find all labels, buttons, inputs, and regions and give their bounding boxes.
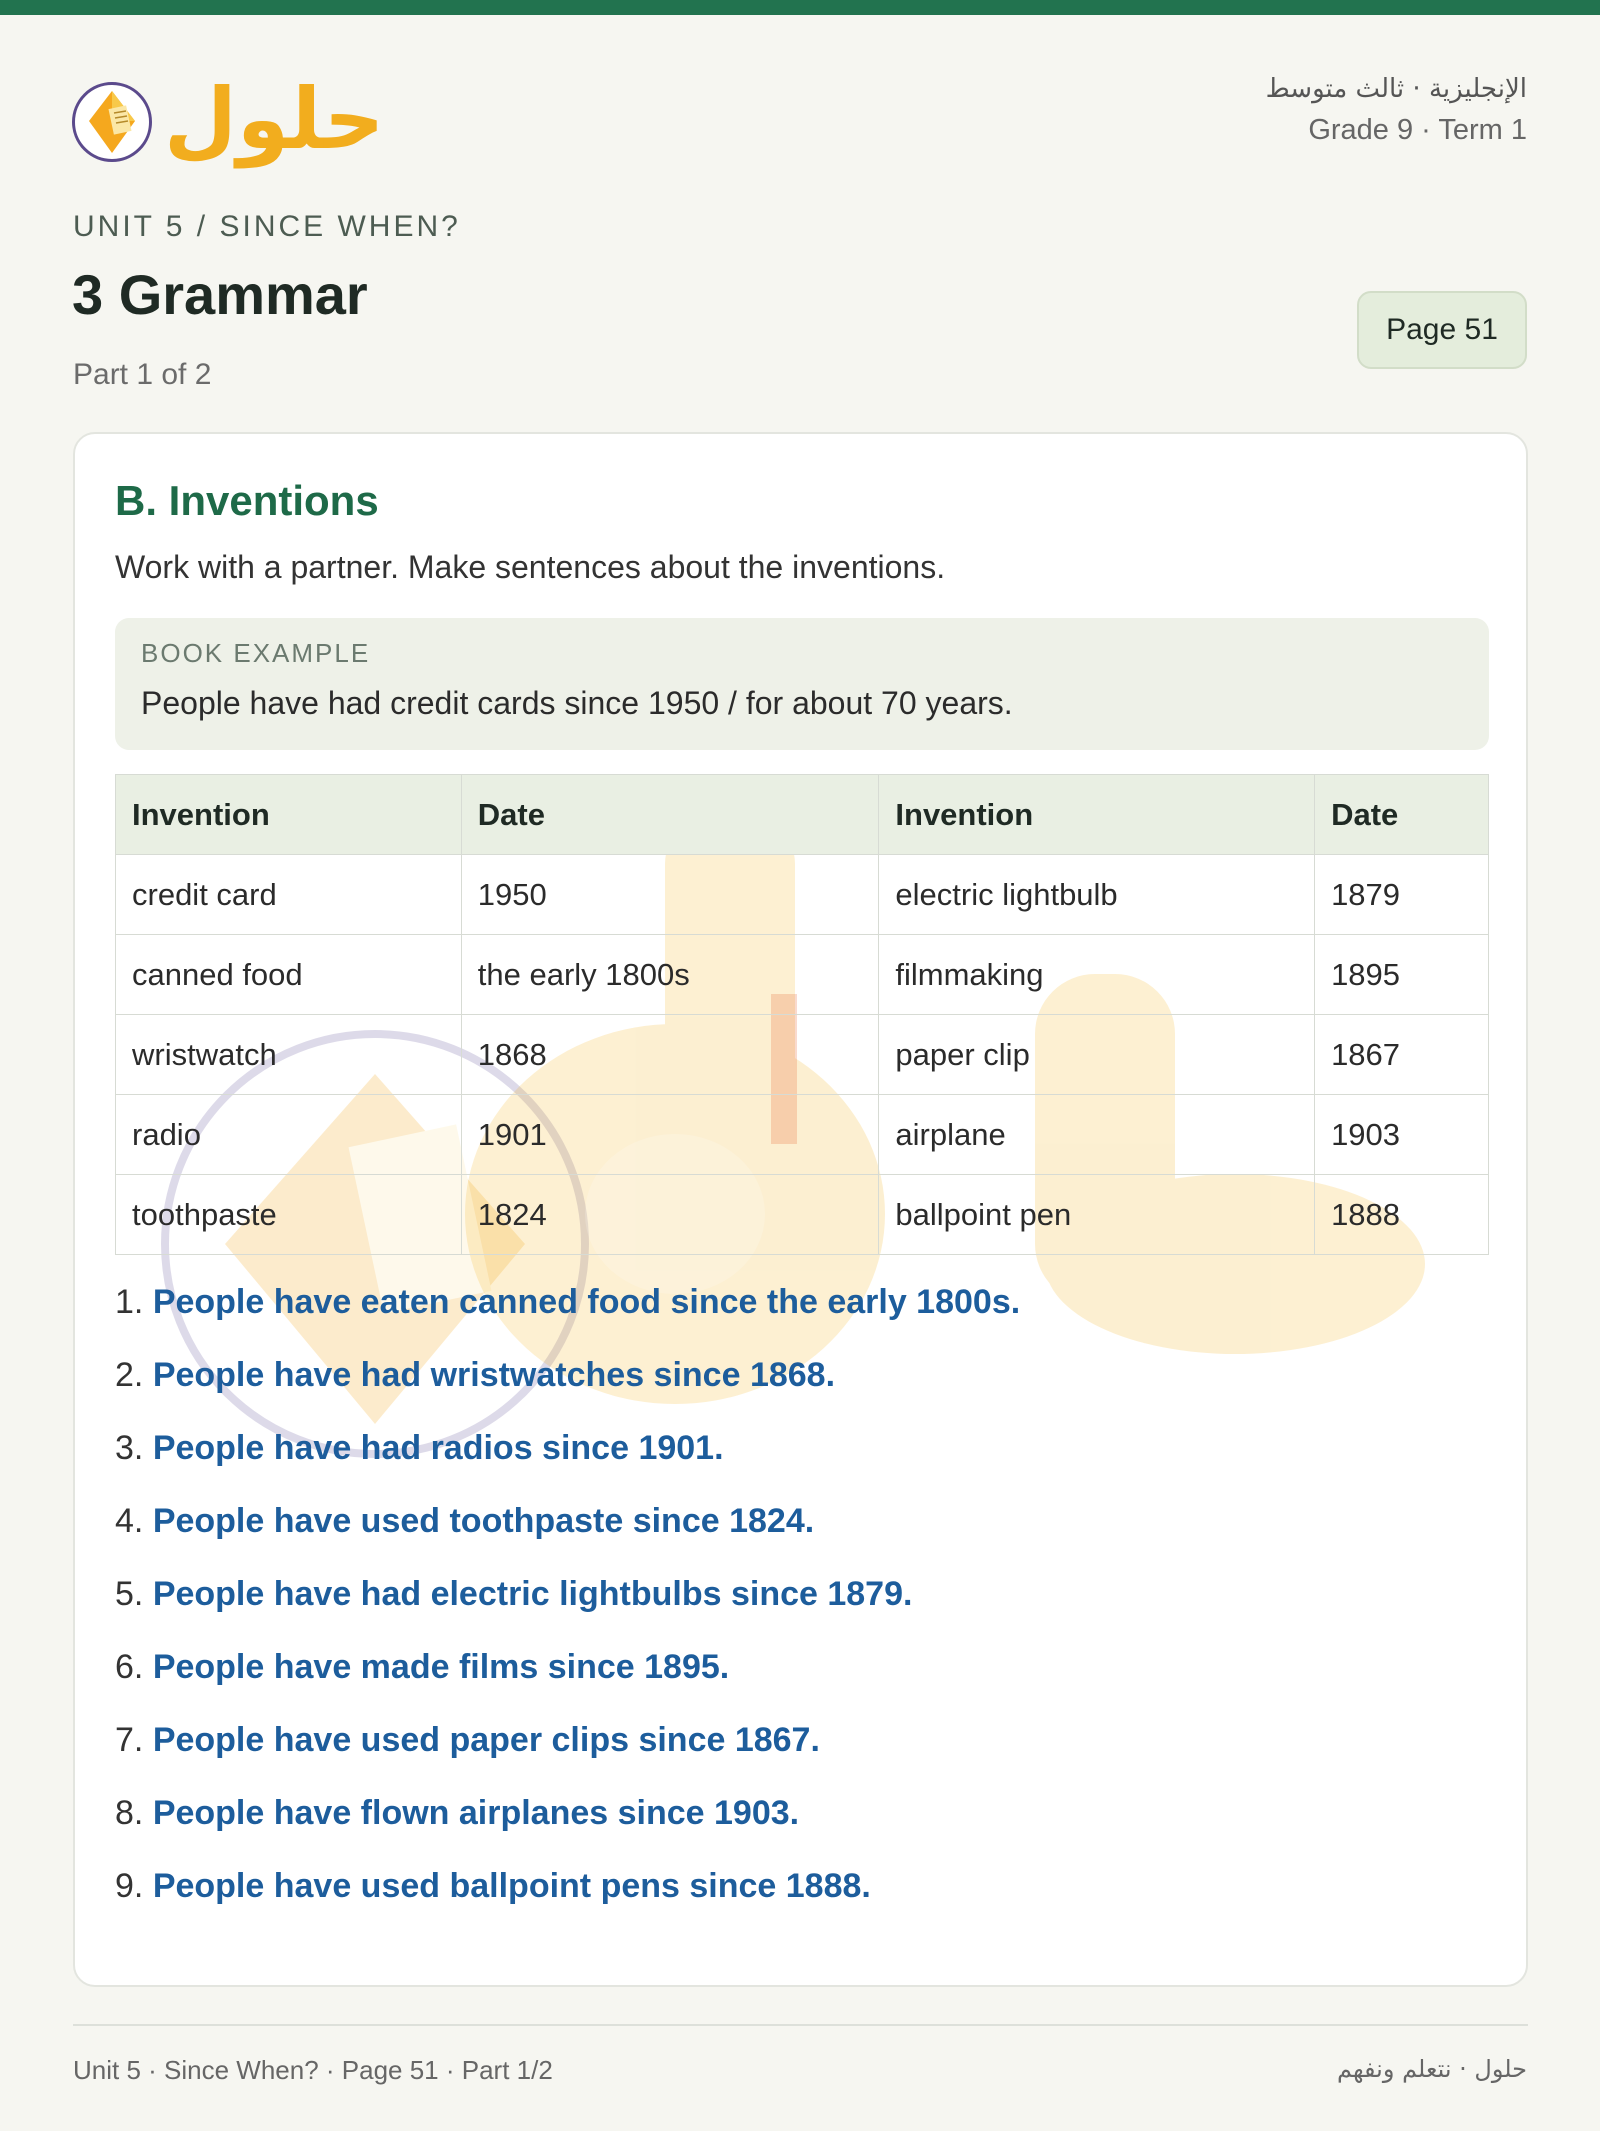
table-cell: ballpoint pen xyxy=(878,1174,1316,1255)
unit-breadcrumb: UNIT 5 / SINCE WHEN? xyxy=(73,210,461,243)
table-row: toothpaste 1824 ballpoint pen 1888 xyxy=(115,1174,1489,1255)
answer-number: 6. xyxy=(115,1648,144,1686)
table-cell: electric lightbulb xyxy=(878,854,1316,935)
section-title: B. Inventions xyxy=(115,477,379,524)
answer-number: 1. xyxy=(115,1283,144,1321)
table-cell: credit card xyxy=(115,854,462,935)
table-cell: 1895 xyxy=(1314,934,1489,1015)
table-cell: 1879 xyxy=(1314,854,1489,935)
answer-text: People have used toothpaste since 1824. xyxy=(152,1502,815,1540)
answer-number: 2. xyxy=(115,1356,144,1394)
table-row: radio 1901 airplane 1903 xyxy=(115,1094,1489,1175)
answer-number: 5. xyxy=(115,1575,144,1613)
part-indicator: Part 1 of 2 xyxy=(73,358,212,391)
answer-number: 3. xyxy=(115,1429,144,1467)
answer-number: 4. xyxy=(115,1502,144,1540)
column-header: Invention xyxy=(878,774,1316,855)
table-cell: the early 1800s xyxy=(460,934,880,1015)
answer-number: 7. xyxy=(115,1721,144,1759)
example-label: BOOK EXAMPLE xyxy=(141,638,371,668)
answer-item: 6. People have made films since 1895. xyxy=(115,1647,1020,1720)
table-cell: wristwatch xyxy=(115,1014,462,1095)
table-row: canned food the early 1800s filmmaking 1… xyxy=(115,934,1489,1015)
table-cell: toothpaste xyxy=(115,1174,462,1255)
page-title: 3 Grammar xyxy=(72,263,368,326)
table-cell: 1901 xyxy=(460,1094,880,1175)
table-cell: airplane xyxy=(878,1094,1316,1175)
answer-item: 5. People have had electric lightbulbs s… xyxy=(115,1574,1020,1647)
answer-number: 8. xyxy=(115,1794,144,1832)
answer-item: 2. People have had wristwatches since 18… xyxy=(115,1355,1020,1428)
table-cell: 1888 xyxy=(1314,1174,1489,1255)
answer-item: 4. People have used toothpaste since 182… xyxy=(115,1501,1020,1574)
book-example-box: BOOK EXAMPLE People have had credit card… xyxy=(115,618,1489,750)
exercise-card: B. Inventions Work with a partner. Make … xyxy=(73,432,1528,1987)
header-meta: الإنجليزية · ثالث متوسط Grade 9 · Term 1 xyxy=(1266,74,1527,147)
footer-page-info: Unit 5 · Since When? · Page 51 · Part 1/… xyxy=(73,2055,553,2085)
table-cell: radio xyxy=(115,1094,462,1175)
column-header: Date xyxy=(460,774,880,855)
answer-item: 8. People have flown airplanes since 190… xyxy=(115,1793,1020,1866)
answer-text: People have had wristwatches since 1868. xyxy=(152,1356,836,1394)
column-header: Invention xyxy=(115,774,462,855)
answer-text: People have eaten canned food since the … xyxy=(152,1283,1021,1321)
table-row: wristwatch 1868 paper clip 1867 xyxy=(115,1014,1489,1095)
answer-item: 3. People have had radios since 1901. xyxy=(115,1428,1020,1501)
answer-text: People have used paper clips since 1867. xyxy=(152,1721,820,1759)
table-cell: filmmaking xyxy=(878,934,1316,1015)
table-cell: 1903 xyxy=(1314,1094,1489,1175)
answer-list: 1. People have eaten canned food since t… xyxy=(115,1282,1020,1939)
subject-arabic: الإنجليزية · ثالث متوسط xyxy=(1265,74,1527,104)
answer-item: 7. People have used paper clips since 18… xyxy=(115,1720,1020,1793)
page-number-badge: Page 51 xyxy=(1357,291,1527,369)
column-header: Date xyxy=(1314,774,1489,855)
logo-wordmark: حلول xyxy=(164,70,385,168)
footer-brand: حلول · نتعلم ونفهم xyxy=(1337,2055,1527,2083)
answer-number: 9. xyxy=(115,1867,144,1905)
site-logo[interactable]: حلول xyxy=(72,64,384,174)
table-cell: canned food xyxy=(115,934,462,1015)
answer-text: People have used ballpoint pens since 18… xyxy=(152,1867,871,1905)
table-cell: 1868 xyxy=(460,1014,880,1095)
table-cell: paper clip xyxy=(878,1014,1316,1095)
answer-item: 9. People have used ballpoint pens since… xyxy=(115,1866,1020,1939)
table-header-row: Invention Date Invention Date xyxy=(115,774,1489,855)
footer-divider xyxy=(73,2024,1528,2026)
grade-term: Grade 9 · Term 1 xyxy=(1308,114,1527,146)
exercise-instruction: Work with a partner. Make sentences abou… xyxy=(115,549,946,585)
example-text: People have had credit cards since 1950 … xyxy=(141,685,1013,721)
logo-emblem-icon xyxy=(72,82,152,162)
table-cell: 1824 xyxy=(460,1174,880,1255)
answer-text: People have made films since 1895. xyxy=(152,1648,730,1686)
inventions-table: Invention Date Invention Date credit car… xyxy=(115,774,1489,1255)
answer-text: People have had radios since 1901. xyxy=(152,1429,724,1467)
answer-item: 1. People have eaten canned food since t… xyxy=(115,1282,1020,1355)
answer-text: People have flown airplanes since 1903. xyxy=(152,1794,800,1832)
top-accent-bar xyxy=(0,0,1600,15)
table-cell: 1950 xyxy=(460,854,880,935)
table-row: credit card 1950 electric lightbulb 1879 xyxy=(115,854,1489,935)
answer-text: People have had electric lightbulbs sinc… xyxy=(152,1575,913,1613)
table-cell: 1867 xyxy=(1314,1014,1489,1095)
